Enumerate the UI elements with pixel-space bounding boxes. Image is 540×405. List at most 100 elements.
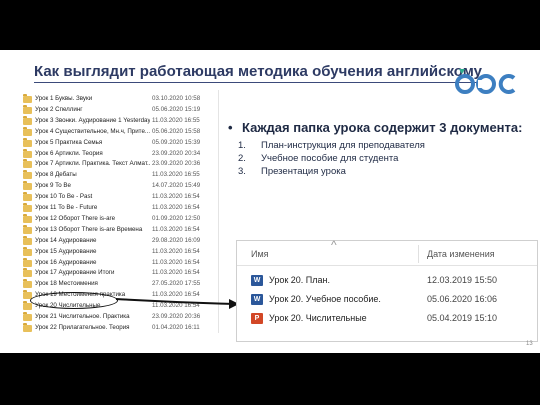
item-number: 3. [238,166,246,177]
folder-name: Урок 2 Спеллинг [35,105,83,113]
folder-name: Урок 7 Артикли. Практика. Текст Алмат... [35,160,150,168]
folder-row[interactable]: Урок 7 Артикли. Практика. Текст Алмат...… [18,159,218,169]
folder-icon [23,268,32,278]
folder-row[interactable]: Урок 14 Аудирование 29.08.2020 16:09 [18,235,218,246]
file-name: Урок 20. Учебное пособие. [269,294,381,304]
folder-name: Урок 10 To Be - Past [35,193,93,201]
folder-date: 11.03.2020 16:54 [152,258,200,266]
folder-date: 29.08.2020 16:09 [152,236,201,244]
bullet-list: • Каждая папка урока содержит 3 документа… [228,120,538,178]
folder-date: 11.03.2020 16:54 [152,302,200,310]
sort-caret-icon: ^ [331,238,337,252]
item-text: Учебное пособие для студента [261,153,399,164]
slide: Как выглядит работающая методика обучени… [0,50,540,353]
folder-row[interactable]: Урок 2 Спеллинг 05.06.2020 15:19 [18,104,218,115]
file-row[interactable]: W Урок 20. План. 12.03.2019 15:50 [237,272,537,289]
word-icon: W [251,275,263,286]
folder-date: 11.03.2020 16:54 [152,225,200,233]
file-date: 05.04.2019 15:10 [427,313,498,323]
folder-date: 11.03.2020 16:54 [152,247,200,255]
folder-row[interactable]: Урок 18 Местоимения 27.05.2020 17:55 [18,279,218,289]
folder-icon [23,104,32,114]
folder-row[interactable]: Урок 4 Существительное, Мн.ч, Прите... 05… [18,126,218,137]
folder-row[interactable]: Урок 11 To Be - Future 11.03.2020 16:54 [18,203,218,213]
folder-date: 05.09.2020 15:39 [152,138,201,146]
folder-name: Урок 16 Аудирование [35,258,97,266]
column-separator[interactable] [418,245,419,263]
folder-icon [23,148,32,158]
file-date: 12.03.2019 15:50 [427,275,498,285]
folder-row[interactable]: Урок 12 Оборот There is-are 01.09.2020 12… [18,213,218,224]
folder-row[interactable]: Урок 8 Дебаты 11.03.2020 16:55 [18,170,218,180]
folder-date: 11.03.2020 16:54 [152,193,200,201]
folder-name: Урок 17 Аудирование Итоги [35,269,115,277]
page-number: 13 [526,341,533,347]
bullet-sub-item: 2. Учебное пособие для студента [228,152,538,165]
column-header-date[interactable]: Дата изменения [427,249,495,259]
word-icon: W [251,294,263,305]
folder-date: 11.03.2020 16:54 [152,204,200,211]
file-name: Урок 20. План. [269,275,330,285]
folder-icon [23,126,32,136]
folder-name: Урок 4 Существительное, Мн.ч, Прите... [35,127,150,135]
file-row[interactable]: P Урок 20. Числительные 05.04.2019 15:10 [237,310,537,327]
bullet-sub-item: 3. Презентация урока [228,165,538,178]
file-name: Урок 20. Числительные [269,313,367,323]
folder-name: Урок 3 Звонки. Аудирование 1 Yesterday [35,116,150,124]
folder-icon [23,213,32,223]
highlight-ellipse [30,292,118,309]
folder-date: 01.09.2020 12:50 [152,214,201,222]
folder-name: Урок 1 Буквы. Звуки [35,95,93,102]
folder-date: 11.03.2020 16:54 [152,291,200,299]
folder-name: Урок 5 Практика Семья [35,138,103,146]
folder-name: Урок 22 Прилагательное. Теория [35,323,130,331]
folder-row[interactable]: Урок 10 To Be - Past 11.03.2020 16:54 [18,192,218,202]
folder-icon [23,137,32,147]
folder-row[interactable]: Урок 13 Оборот There is-are Времена 11.03… [18,224,218,235]
folder-date: 14.07.2020 15:49 [152,182,201,190]
folder-icon [23,192,32,202]
bullet-sub-items: 1. План-инструкция для преподавателя 2. Уче… [228,139,538,178]
folder-row[interactable]: Урок 15 Аудирование 11.03.2020 16:54 [18,246,218,257]
folder-icon [23,312,32,321]
bullet-main-text: Каждая папка урока содержит 3 документа: [242,120,523,135]
folder-row[interactable]: Урок 9 To Be 14.07.2020 15:49 [18,181,218,191]
item-text: Презентация урока [261,166,346,177]
folder-name: Урок 14 Аудирование [35,236,97,244]
folder-date: 23.09.2020 20:34 [152,149,201,157]
folder-row[interactable]: Урок 16 Аудирование 11.03.2020 16:54 [18,257,218,268]
folder-icon [23,235,32,245]
folder-icon [23,94,32,103]
folder-icon [23,115,32,125]
bullet-dot: • [228,120,233,135]
folder-row[interactable]: Урок 17 Аудирование Итоги 11.03.2020 16:5… [18,268,218,278]
folder-row[interactable]: Урок 1 Буквы. Звуки 03.10.2020 10:58 [18,94,218,104]
folder-row[interactable]: Урок 5 Практика Семья 05.09.2020 15:39 [18,137,218,148]
folder-date: 23.09.2020 20:36 [152,160,201,168]
item-number: 1. [238,140,246,151]
folder-row[interactable]: Урок 3 Звонки. Аудирование 1 Yesterday 11… [18,115,218,126]
title-underline [34,82,482,83]
folder-icon [23,181,32,191]
file-row[interactable]: W Урок 20. Учебное пособие. 05.06.2020 16:… [237,291,537,308]
folder-name: Урок 8 Дебаты [35,171,77,179]
slide-title: Как выглядит работающая методика обучени… [34,63,483,80]
folder-date: 05.06.2020 15:19 [152,105,201,113]
folder-icon [23,203,32,212]
bullet-sub-item: 1. План-инструкция для преподавателя [228,139,538,152]
folder-date: 11.03.2020 16:55 [152,171,200,179]
folder-name: Урок 13 Оборот There is-are Времена [35,225,143,233]
zoomed-file-window: Имя ^ Дата изменения W Урок 20. План. 12.0… [236,238,538,342]
folder-date: 03.10.2020 10:58 [152,95,201,102]
folder-row[interactable]: Урок 22 Прилагательное. Теория 01.04.2020… [18,322,218,333]
school-logo [455,69,516,94]
column-header-name[interactable]: Имя [251,249,269,259]
powerpoint-icon: P [251,313,263,324]
folder-name: Урок 9 To Be [35,182,71,190]
item-text: План-инструкция для преподавателя [261,140,425,151]
file-list-header: Имя ^ Дата изменения [237,238,537,266]
folder-row[interactable]: Урок 21 Числительное. Практика 23.09.2020… [18,312,218,322]
folder-date: 11.03.2020 16:54 [152,269,200,277]
folder-row[interactable]: Урок 6 Артикли. Теория 23.09.2020 20:34 [18,148,218,159]
folder-date: 05.06.2020 15:58 [152,127,201,135]
